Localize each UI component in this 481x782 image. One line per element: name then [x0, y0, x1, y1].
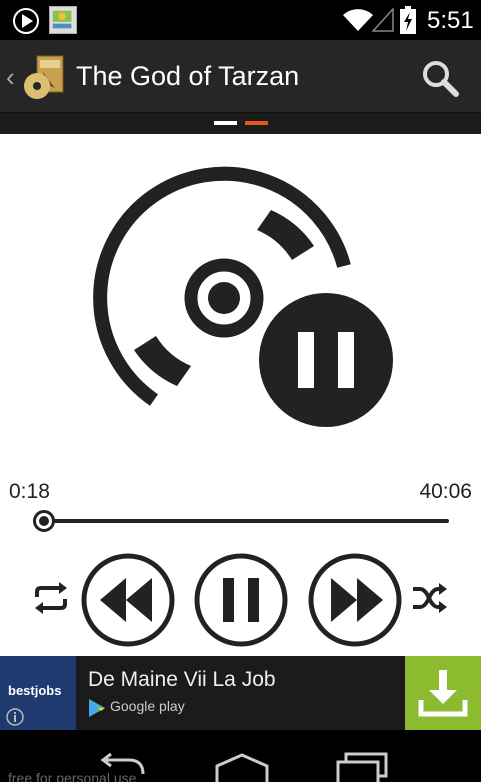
- wifi-icon: [343, 9, 373, 31]
- download-icon: [418, 670, 468, 717]
- navigation-bar: free for personal use: [0, 730, 481, 782]
- player-panel: 0:18 40:06: [0, 134, 481, 656]
- ad-banner[interactable]: bestjobs De Maine Vii La Job Google play: [0, 656, 481, 730]
- rewind-button[interactable]: [80, 552, 176, 648]
- page-dot-1[interactable]: [214, 121, 237, 125]
- book-cd-app-icon[interactable]: [21, 54, 67, 100]
- info-icon[interactable]: [6, 708, 24, 726]
- shuffle-icon[interactable]: [410, 579, 448, 617]
- page-title: The God of Tarzan: [76, 61, 300, 91]
- google-play-label: Google play: [110, 698, 185, 714]
- cd-disc-pause-icon[interactable]: [86, 160, 396, 435]
- seek-thumb[interactable]: [33, 510, 55, 532]
- search-icon[interactable]: [420, 58, 460, 98]
- page-indicator: [0, 112, 481, 134]
- fast-forward-button[interactable]: [307, 552, 403, 648]
- signal-icon: [372, 8, 394, 32]
- play-store-notification-icon: [13, 8, 39, 34]
- app-notification-icon: [49, 6, 77, 34]
- google-play-icon: [89, 699, 105, 717]
- status-bar: 5:51: [0, 0, 481, 40]
- ad-download-button[interactable]: [405, 656, 481, 730]
- page-dot-2-active[interactable]: [245, 121, 268, 125]
- seek-bar[interactable]: [44, 519, 449, 523]
- home-icon[interactable]: [214, 752, 270, 782]
- recents-icon[interactable]: [332, 752, 392, 782]
- status-clock: 5:51: [427, 7, 474, 34]
- ad-brand-name: bestjobs: [8, 683, 62, 698]
- action-bar: ‹ The God of Tarzan: [0, 40, 481, 112]
- ad-title[interactable]: De Maine Vii La Job: [88, 668, 276, 692]
- repeat-icon[interactable]: [32, 579, 70, 617]
- elapsed-time: 0:18: [9, 480, 50, 503]
- battery-charging-icon: [400, 6, 416, 34]
- up-caret-icon[interactable]: ‹: [6, 62, 15, 93]
- watermark-text: free for personal use: [8, 770, 137, 782]
- pause-button[interactable]: [193, 552, 289, 648]
- total-duration: 40:06: [419, 480, 472, 503]
- ad-brand-logo[interactable]: bestjobs: [0, 656, 76, 730]
